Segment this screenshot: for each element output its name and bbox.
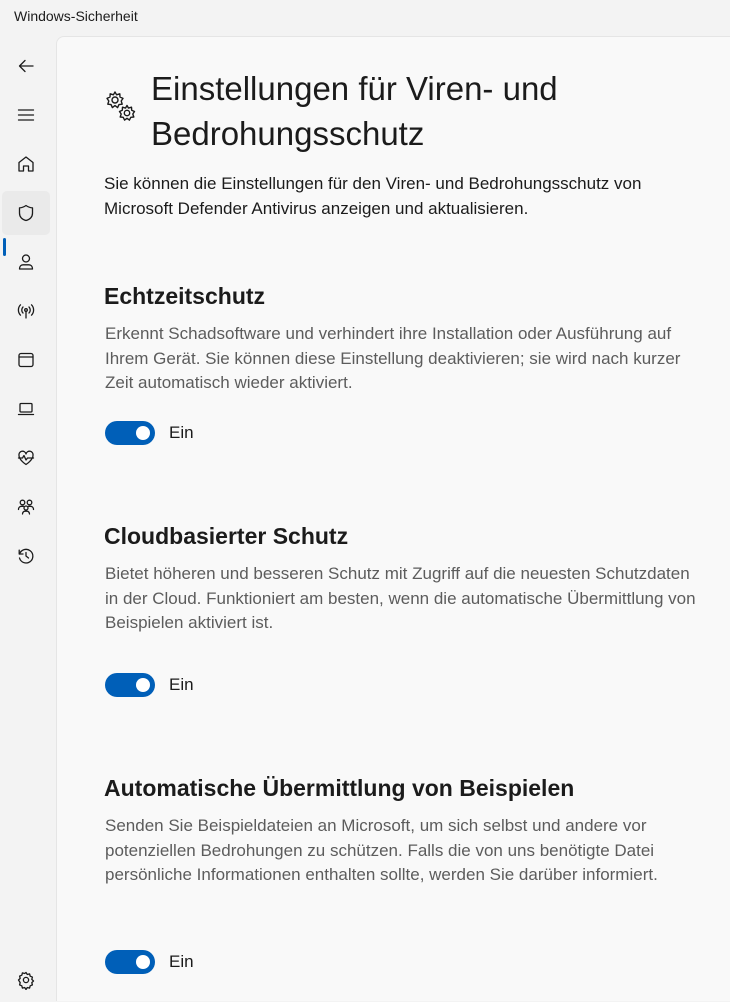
toggle-label: Ein (169, 675, 194, 694)
title-bar: Windows-Sicherheit (0, 0, 730, 34)
nav-family-options[interactable] (2, 485, 50, 529)
toggle-knob (136, 678, 150, 692)
nav-protection-history[interactable] (2, 534, 50, 578)
laptop-icon (17, 402, 35, 416)
section-title-cloud-protection: Cloudbasierter Schutz (104, 523, 349, 549)
nav-settings[interactable] (2, 958, 50, 1002)
back-arrow-icon (18, 59, 34, 73)
page-title: Einstellungen für Viren- und Bedrohungss… (151, 70, 558, 152)
page-description: Sie können die Einstellungen für den Vir… (104, 174, 642, 218)
family-icon (17, 499, 35, 515)
nav-firewall-network[interactable] (2, 289, 50, 333)
hamburger-menu-icon (17, 109, 35, 121)
person-icon (18, 254, 34, 270)
app-window-icon (18, 352, 34, 368)
realtime-protection-toggle[interactable] (105, 421, 155, 445)
nav-app-browser-control[interactable] (2, 338, 50, 382)
history-icon (18, 548, 34, 564)
toggle-label: Ein (169, 423, 194, 442)
nav-virus-protection[interactable] (2, 191, 50, 235)
section-title-sample-submission: Automatische Übermittlung von Beispielen (104, 775, 575, 801)
section-description-cloud-protection: Bietet höheren und besseren Schutz mit Z… (105, 564, 696, 633)
toggle-knob (136, 426, 150, 440)
nav-device-performance[interactable] (2, 436, 50, 480)
nav-home[interactable] (2, 142, 50, 186)
heart-pulse-icon (17, 450, 35, 466)
gears-icon (106, 91, 136, 121)
sample-submission-toggle[interactable] (105, 950, 155, 974)
toggle-label: Ein (169, 952, 194, 971)
menu-button[interactable] (2, 93, 50, 137)
section-description-realtime-protection: Erkennt Schadsoftware und verhindert ihr… (105, 324, 681, 393)
shield-icon (18, 204, 34, 222)
toggle-knob (136, 955, 150, 969)
toggle-row-realtime-protection: Ein (105, 420, 194, 446)
toggle-row-cloud-protection: Ein (105, 672, 194, 698)
window-title: Windows-Sicherheit (14, 8, 138, 24)
section-description-sample-submission: Senden Sie Beispieldateien an Microsoft,… (105, 816, 658, 885)
nav-device-security[interactable] (2, 387, 50, 431)
back-button[interactable] (2, 44, 50, 88)
home-icon (18, 156, 34, 172)
cloud-protection-toggle[interactable] (105, 673, 155, 697)
navigation-rail (0, 34, 54, 1000)
section-title-realtime-protection: Echtzeitschutz (104, 283, 266, 309)
toggle-row-sample-submission: Ein (105, 949, 194, 975)
gear-icon (17, 971, 35, 990)
nav-account-protection[interactable] (2, 240, 50, 284)
wireless-antenna-icon (17, 304, 35, 319)
